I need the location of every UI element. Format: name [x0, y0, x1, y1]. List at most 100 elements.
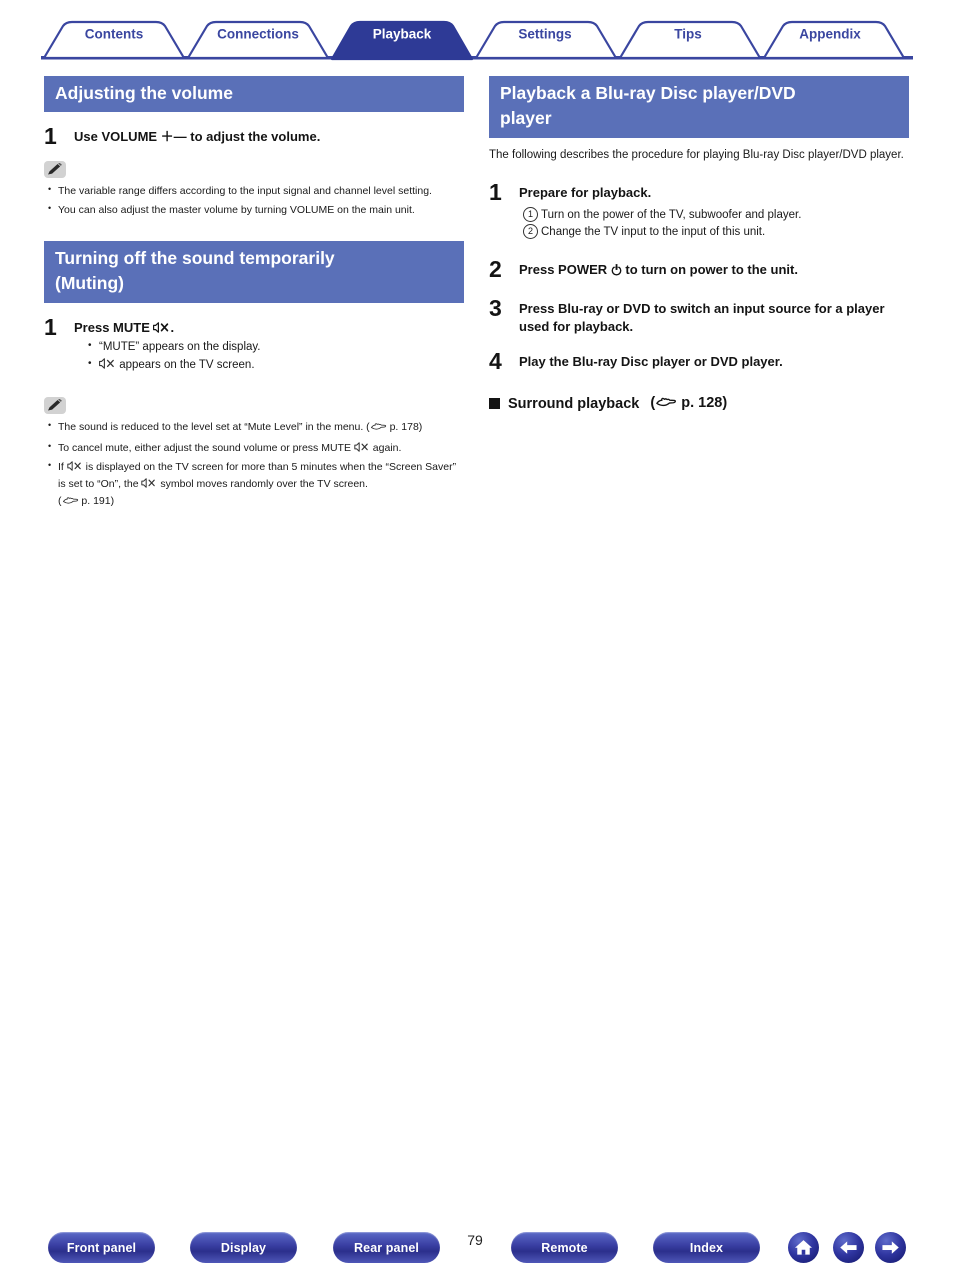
step-body: Press MUTE . “MUTE” appears on the displ…	[74, 316, 464, 376]
step-body: Press Blu-ray or DVD to switch an input …	[519, 297, 909, 336]
step-title: Press MUTE .	[74, 319, 464, 337]
home-icon[interactable]	[788, 1232, 819, 1263]
tab-connections[interactable]: Connections	[217, 27, 299, 42]
step-number: 4	[489, 347, 502, 374]
list-item: “MUTE” appears on the display.	[88, 338, 464, 357]
step-title-text: Press MUTE	[74, 319, 154, 335]
page-ref-close: )	[418, 421, 423, 434]
step-item: 1 Press MUTE . “MUTE” appears on the dis…	[44, 313, 464, 376]
step-body: Prepare for playback. 1 Turn on the power…	[519, 181, 909, 242]
step-item: 3 Press Blu-ray or DVD to switch an inpu…	[489, 294, 909, 336]
step-number: 1	[489, 178, 502, 205]
section-heading-bluray-playback: Playback a Blu-ray Disc player/DVD playe…	[489, 76, 909, 138]
tab-settings[interactable]: Settings	[518, 27, 571, 42]
list-item-text: Change the TV input to the input of this…	[541, 226, 766, 239]
step-number: 1	[44, 122, 57, 149]
section-heading-line-1: Playback a Blu-ray Disc player/DVD	[500, 83, 796, 103]
numbered-sub-list: 1 Turn on the power of the TV, subwoofer …	[519, 206, 909, 242]
note-item: The sound is reduced to the level set at…	[48, 418, 464, 438]
pencil-note-icon	[44, 397, 66, 415]
arrow-right-icon-glyph	[882, 1241, 899, 1254]
note-block: The variable range differs according to …	[44, 160, 464, 219]
list-item: 2 Change the TV input to the input of thi…	[523, 224, 909, 241]
remote-button[interactable]: Remote	[511, 1232, 618, 1263]
note-text-post: again.	[369, 442, 402, 455]
step-number: 2	[489, 255, 502, 282]
home-icon-glyph	[795, 1240, 812, 1255]
step-number: 3	[489, 294, 502, 321]
note-text: The sound is reduced to the level set at…	[58, 421, 370, 434]
index-button[interactable]: Index	[653, 1232, 760, 1263]
list-item: 1 Turn on the power of the TV, subwoofer …	[523, 206, 909, 224]
step-body: Play the Blu-ray Disc player or DVD play…	[519, 350, 909, 371]
tab-appendix[interactable]: Appendix	[799, 27, 861, 42]
note-block: The sound is reduced to the level set at…	[44, 397, 464, 512]
step-title: Play the Blu-ray Disc player or DVD play…	[519, 353, 783, 369]
list-item-text: Turn on the power of the TV, subwoofer a…	[541, 208, 802, 221]
footer-nav[interactable]: Front panel Display Rear panel Remote In…	[0, 612, 954, 1263]
subsection-label: Surround playback	[508, 395, 640, 412]
mute-icon	[141, 478, 157, 490]
page-reference[interactable]: ( p. 128)	[650, 395, 727, 413]
step-number: 1	[44, 313, 57, 340]
page-number: 79	[467, 1232, 483, 1248]
arrow-left-icon-glyph	[840, 1241, 857, 1254]
step-item: 4 Play the Blu-ray Disc player or DVD pl…	[489, 347, 909, 374]
note-text: To cancel mute, either adjust the sound …	[58, 442, 354, 455]
note-text-end: symbol moves randomly over the TV screen…	[157, 478, 368, 491]
intro-paragraph: The following describes the procedure fo…	[489, 148, 904, 161]
mute-icon	[99, 358, 116, 371]
arrow-left-icon[interactable]	[833, 1232, 864, 1263]
step-title: Press Blu-ray or DVD to switch an input …	[519, 300, 885, 334]
page-reference[interactable]: ( p. 191)	[58, 495, 114, 507]
tab-tips[interactable]: Tips	[674, 27, 702, 42]
note-list: The variable range differs according to …	[44, 182, 464, 219]
section-heading-muting: Turning off the sound temporarily (Mutin…	[44, 240, 464, 303]
step-title: Prepare for playback.	[519, 184, 652, 200]
circled-number: 1	[523, 206, 538, 222]
arrow-right-icon[interactable]	[875, 1232, 906, 1263]
pencil-icon-glyph	[48, 399, 62, 411]
subsection-surround-playback[interactable]: Surround playback ( p. 128)	[489, 395, 909, 413]
rear-panel-button[interactable]: Rear panel	[333, 1232, 440, 1263]
page-ref-text: p. 191	[81, 495, 111, 508]
page-ref-text: p. 178	[389, 421, 419, 434]
mute-icon	[153, 320, 170, 335]
step-body: Press POWER to turn on power to the unit…	[519, 258, 909, 279]
pointing-hand-icon	[370, 421, 387, 438]
display-button[interactable]: Display	[190, 1232, 297, 1263]
sub-list: “MUTE” appears on the display. appears o…	[74, 338, 464, 375]
tab-playback[interactable]: Playback	[373, 27, 432, 42]
tab-bar[interactable]: Contents Connections Playback Settings T…	[0, 0, 954, 62]
note-item: If is displayed on the TV screen for mor…	[48, 458, 464, 512]
pencil-icon-glyph	[48, 162, 62, 175]
tab-contents[interactable]: Contents	[85, 27, 144, 42]
pointing-hand-icon	[655, 395, 677, 413]
pointing-hand-icon	[62, 495, 79, 512]
left-column: Adjusting the volume 1 Use VOLUME ＋— to …	[44, 76, 464, 512]
step-item: 1 Use VOLUME ＋— to adjust the volume.	[44, 122, 464, 149]
square-bullet-icon	[489, 398, 500, 410]
front-panel-button[interactable]: Front panel	[48, 1232, 155, 1263]
note-text: If	[58, 461, 67, 474]
step-item: 2 Press POWER to turn on power to the un…	[489, 255, 909, 282]
note-item: To cancel mute, either adjust the sound …	[48, 439, 464, 457]
mute-icon	[354, 442, 370, 454]
step-title-text-post: .	[170, 319, 175, 335]
step-item: 1 Prepare for playback. 1 Turn on the pow…	[489, 178, 909, 242]
step-body: Use VOLUME ＋— to adjust the volume.	[74, 125, 464, 146]
note-list: The sound is reduced to the level set at…	[44, 418, 464, 512]
right-column: Playback a Blu-ray Disc player/DVD playe…	[489, 76, 909, 413]
step-title: Press POWER to turn on power to the unit…	[519, 261, 909, 279]
power-icon	[611, 262, 622, 277]
pencil-note-icon	[44, 160, 66, 178]
list-item: appears on the TV screen.	[88, 356, 464, 375]
page-reference[interactable]: p. 178)	[370, 421, 423, 434]
list-item-text: appears on the TV screen.	[116, 359, 255, 372]
mute-icon	[67, 461, 83, 473]
section-heading-line-1: Turning off the sound temporarily	[55, 247, 335, 268]
circled-number: 2	[523, 224, 538, 240]
note-item: You can also adjust the master volume by…	[48, 201, 464, 219]
step-title-text: Press POWER	[519, 261, 611, 277]
section-heading-line-2: player	[500, 107, 552, 128]
